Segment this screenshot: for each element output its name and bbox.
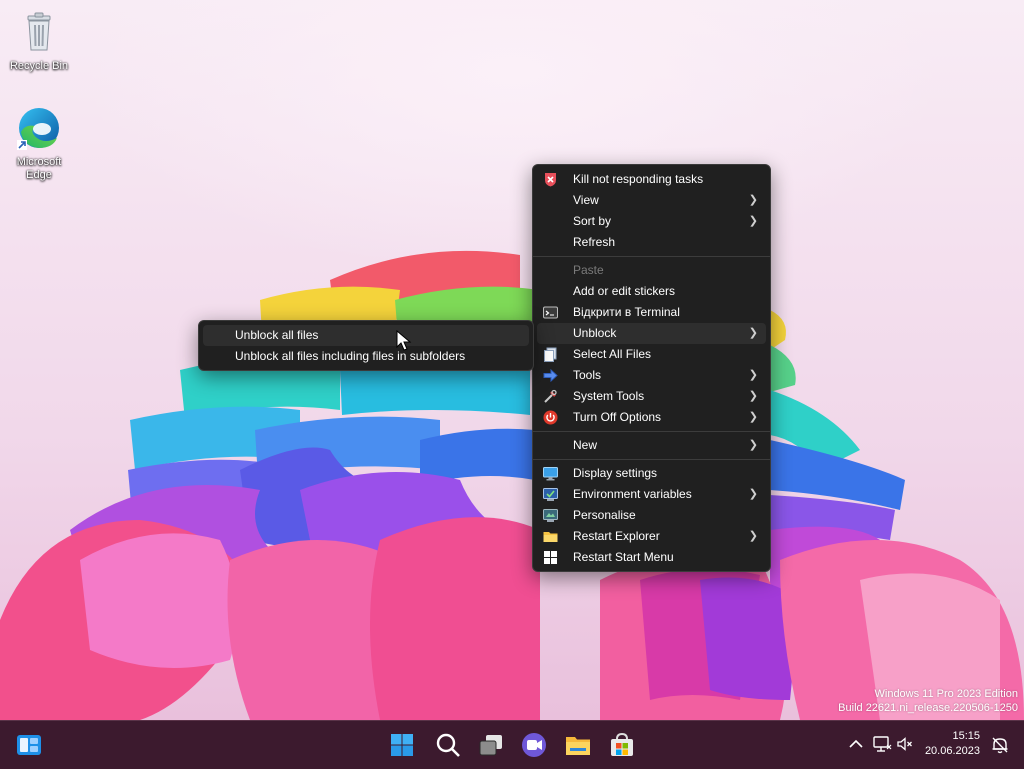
menu-item-label: Sort by	[573, 214, 612, 228]
menu-item-label: Personalise	[573, 508, 636, 522]
menu-item-paste[interactable]: Paste	[537, 260, 766, 281]
menu-item-turn-off[interactable]: Turn Off Options ❯	[537, 407, 766, 428]
menu-item-personalise[interactable]: Personalise	[537, 505, 766, 526]
watermark-build: Build 22621.ni_release.220506-1250	[838, 702, 1018, 714]
kill-tasks-icon	[543, 172, 558, 187]
chevron-right-icon: ❯	[748, 215, 758, 227]
task-view-icon[interactable]	[476, 730, 506, 760]
menu-item-view[interactable]: View ❯	[537, 190, 766, 211]
desktop[interactable]: Recycle Bin Microsoft Edge Windows 11 Pr…	[0, 0, 1024, 720]
notification-icon[interactable]	[990, 735, 1010, 760]
menu-item-label: Kill not responding tasks	[573, 172, 704, 186]
power-icon	[543, 410, 558, 425]
menu-item-restart-start-menu[interactable]: Restart Start Menu	[537, 547, 766, 568]
volume-muted-icon[interactable]	[896, 735, 914, 758]
menu-item-label: Unblock all files including files in sub…	[235, 349, 466, 363]
menu-item-label: Restart Explorer	[573, 529, 660, 543]
windows-watermark: Windows 11 Pro 2023 Edition Build 22621.…	[838, 687, 1018, 715]
desktop-context-menu: Kill not responding tasks View ❯ Sort by…	[532, 164, 771, 572]
menu-item-label: Add or edit stickers	[573, 284, 676, 298]
desktop-icon-edge[interactable]: Microsoft Edge	[4, 104, 74, 182]
menu-item-stickers[interactable]: Add or edit stickers	[537, 281, 766, 302]
menu-item-kill-tasks[interactable]: Kill not responding tasks	[537, 169, 766, 190]
menu-item-sort-by[interactable]: Sort by ❯	[537, 211, 766, 232]
file-explorer-icon[interactable]	[563, 730, 593, 760]
menu-item-label: Відкрити в Terminal	[573, 305, 680, 319]
windows-logo-icon	[543, 550, 558, 565]
chevron-right-icon: ❯	[748, 439, 758, 451]
menu-item-restart-explorer[interactable]: Restart Explorer ❯	[537, 526, 766, 547]
chevron-right-icon: ❯	[748, 194, 758, 206]
chat-icon[interactable]	[519, 730, 549, 760]
menu-item-label: Restart Start Menu	[573, 550, 674, 564]
system-tray: 15:15 20.06.2023	[824, 721, 1024, 769]
submenu-item-unblock-all[interactable]: Unblock all files	[203, 325, 529, 346]
desktop-icon-label: Microsoft Edge	[16, 156, 62, 181]
menu-item-label: View	[573, 193, 599, 207]
display-icon	[543, 466, 558, 481]
menu-item-label: Tools	[573, 368, 602, 382]
menu-item-display-settings[interactable]: Display settings	[537, 463, 766, 484]
env-vars-icon	[543, 487, 558, 502]
tools-arrow-icon	[543, 368, 558, 383]
mouse-cursor-icon	[396, 330, 412, 351]
menu-item-label: Unblock	[573, 326, 617, 340]
personalise-icon	[543, 508, 558, 523]
chevron-up-icon[interactable]	[848, 735, 864, 758]
unblock-submenu: Unblock all files Unblock all files incl…	[198, 320, 534, 371]
terminal-icon	[543, 305, 558, 320]
menu-item-new[interactable]: New ❯	[537, 435, 766, 456]
system-tools-icon	[543, 389, 558, 404]
network-icon[interactable]	[872, 734, 892, 759]
menu-separator	[533, 459, 770, 460]
start-icon[interactable]	[387, 730, 417, 760]
folder-icon	[543, 529, 558, 544]
menu-item-refresh[interactable]: Refresh	[537, 232, 766, 253]
menu-item-env-vars[interactable]: Environment variables ❯	[537, 484, 766, 505]
watermark-edition: Windows 11 Pro 2023 Edition	[874, 688, 1019, 700]
clock-date: 20.06.2023	[924, 745, 980, 757]
menu-separator	[533, 256, 770, 257]
desktop-icon-label: Recycle Bin	[9, 60, 69, 72]
menu-item-label: Refresh	[573, 235, 616, 249]
store-icon[interactable]	[607, 730, 637, 760]
menu-item-label: Environment variables	[573, 487, 692, 501]
submenu-item-unblock-subfolders[interactable]: Unblock all files including files in sub…	[203, 346, 529, 367]
recycle-bin-icon	[15, 8, 63, 56]
menu-item-open-terminal[interactable]: Відкрити в Terminal	[537, 302, 766, 323]
menu-separator	[533, 431, 770, 432]
menu-item-tools[interactable]: Tools ❯	[537, 365, 766, 386]
menu-item-label: Turn Off Options	[573, 410, 662, 424]
clock-time: 15:15	[952, 730, 980, 742]
chevron-right-icon: ❯	[748, 411, 758, 423]
taskbar: 15:15 20.06.2023	[0, 720, 1024, 769]
menu-item-label: Paste	[573, 263, 604, 277]
menu-item-label: System Tools	[573, 389, 645, 403]
menu-item-system-tools[interactable]: System Tools ❯	[537, 386, 766, 407]
chevron-right-icon: ❯	[748, 530, 758, 542]
select-all-icon	[543, 347, 558, 362]
menu-item-label: Select All Files	[573, 347, 652, 361]
search-icon[interactable]	[433, 730, 463, 760]
widgets-icon[interactable]	[14, 730, 44, 760]
taskbar-clock[interactable]: 15:15 20.06.2023	[925, 729, 980, 759]
menu-item-label: Unblock all files	[235, 328, 319, 342]
menu-item-unblock[interactable]: Unblock ❯	[537, 323, 766, 344]
edge-icon	[15, 104, 63, 152]
desktop-icon-recycle-bin[interactable]: Recycle Bin	[4, 8, 74, 73]
menu-item-label: Display settings	[573, 466, 658, 480]
chevron-right-icon: ❯	[748, 369, 758, 381]
menu-item-select-all[interactable]: Select All Files	[537, 344, 766, 365]
chevron-right-icon: ❯	[748, 327, 758, 339]
chevron-right-icon: ❯	[748, 390, 758, 402]
chevron-right-icon: ❯	[748, 488, 758, 500]
menu-item-label: New	[573, 438, 598, 452]
